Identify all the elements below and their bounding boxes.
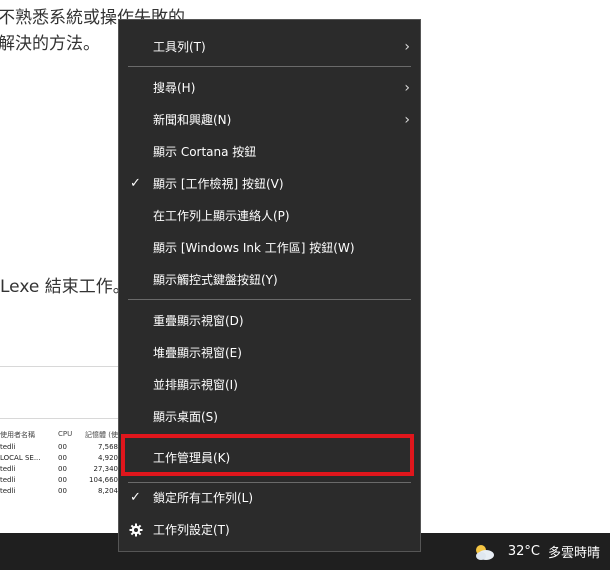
table-row: tedli 00 27,340 (0, 465, 118, 473)
menu-item-show-cortana[interactable]: 顯示 Cortana 按鈕 (119, 137, 420, 167)
divider (0, 418, 118, 419)
header-username: 使用者名稱 (0, 431, 35, 439)
menu-separator (128, 66, 411, 67)
menu-item-toolbars[interactable]: 工具列(T) › (119, 32, 420, 62)
temperature-text: 32°C (507, 544, 540, 559)
menu-item-search[interactable]: 搜尋(H) › (119, 73, 420, 103)
chevron-right-icon: › (404, 39, 410, 55)
table-row: tedli 00 7,568 (0, 443, 118, 451)
menu-item-show-ink-workspace[interactable]: 顯示 [Windows Ink 工作區] 按鈕(W) (119, 233, 420, 263)
header-memory: 記憶體 (使 (85, 431, 118, 439)
menu-item-show-desktop[interactable]: 顯示桌面(S) (119, 402, 420, 432)
table-row: LOCAL SE... 00 4,920 (0, 454, 118, 462)
header-cpu: CPU (58, 430, 73, 438)
article-text-line-2: 解決的方法。 (0, 34, 100, 54)
table-row: tedli 00 8,204 (0, 487, 118, 495)
weather-widget[interactable]: 32°C 多雲時晴 (472, 533, 600, 570)
chevron-right-icon: › (404, 112, 410, 128)
task-manager-snippet: 使用者名稱 CPU 記憶體 (使 tedli 00 7,568 LOCAL SE… (0, 422, 118, 514)
divider (0, 366, 118, 367)
cloud-sun-icon (472, 542, 496, 562)
highlight-box (121, 434, 414, 476)
table-row: tedli 00 104,660 (0, 476, 118, 484)
menu-separator (128, 299, 411, 300)
chevron-right-icon: › (404, 80, 410, 96)
menu-item-news-interests[interactable]: 新聞和興趣(N) › (119, 105, 420, 135)
menu-item-show-touch-keyboard[interactable]: 顯示觸控式鍵盤按鈕(Y) (119, 265, 420, 295)
weather-condition-text: 多雲時晴 (547, 546, 600, 561)
menu-item-show-task-view[interactable]: ✓ 顯示 [工作檢視] 按鈕(V) (119, 169, 420, 199)
task-manager-header: 使用者名稱 CPU 記憶體 (使 (0, 430, 118, 440)
menu-item-taskbar-settings[interactable]: 工作列設定(T) (119, 515, 420, 545)
check-icon: ✓ (130, 490, 141, 505)
article-text-line-3: Lexe 結束工作。 (0, 277, 130, 297)
menu-item-side-by-side[interactable]: 並排顯示視窗(I) (119, 370, 420, 400)
menu-item-show-people[interactable]: 在工作列上顯示連絡人(P) (119, 201, 420, 231)
menu-item-lock-taskbar[interactable]: ✓ 鎖定所有工作列(L) (119, 483, 420, 513)
menu-item-stack-windows[interactable]: 堆疊顯示視窗(E) (119, 338, 420, 368)
menu-item-cascade-windows[interactable]: 重疊顯示視窗(D) (119, 306, 420, 336)
gear-icon (129, 515, 143, 545)
check-icon: ✓ (130, 176, 141, 191)
